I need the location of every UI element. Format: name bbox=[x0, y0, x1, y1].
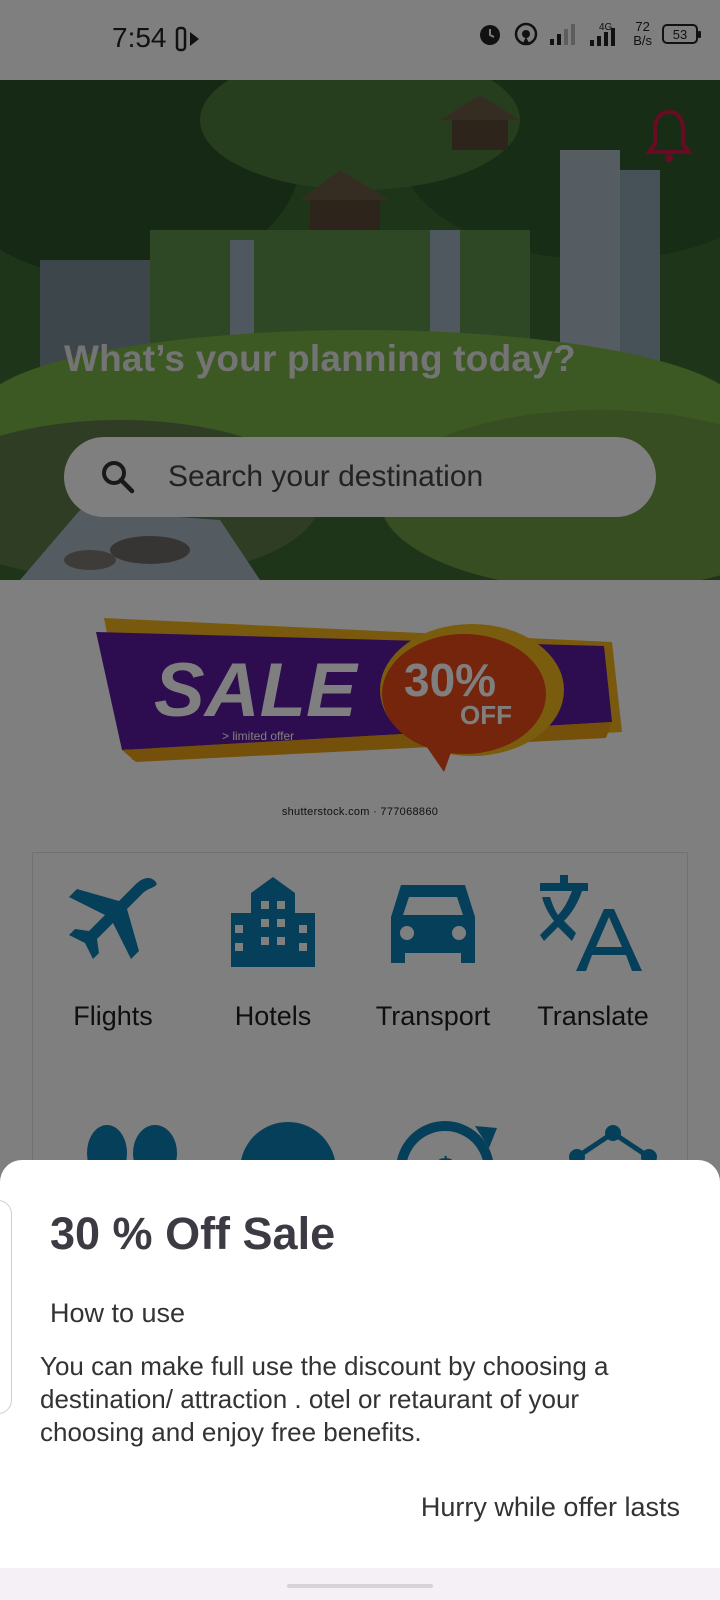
sheet-subtitle: How to use bbox=[50, 1298, 186, 1328]
sheet-body-text: You can make full use the discount by ch… bbox=[40, 1351, 609, 1447]
sheet-cta-text: Hurry while offer lasts bbox=[420, 1492, 680, 1522]
offer-bottom-sheet: 30 % Off Sale How to use You can make fu… bbox=[0, 1160, 720, 1568]
navigation-bar bbox=[0, 1568, 720, 1600]
home-indicator[interactable] bbox=[287, 1584, 433, 1588]
sheet-title: 30 % Off Sale bbox=[50, 1208, 336, 1259]
sheet-side-tab bbox=[0, 1200, 12, 1414]
